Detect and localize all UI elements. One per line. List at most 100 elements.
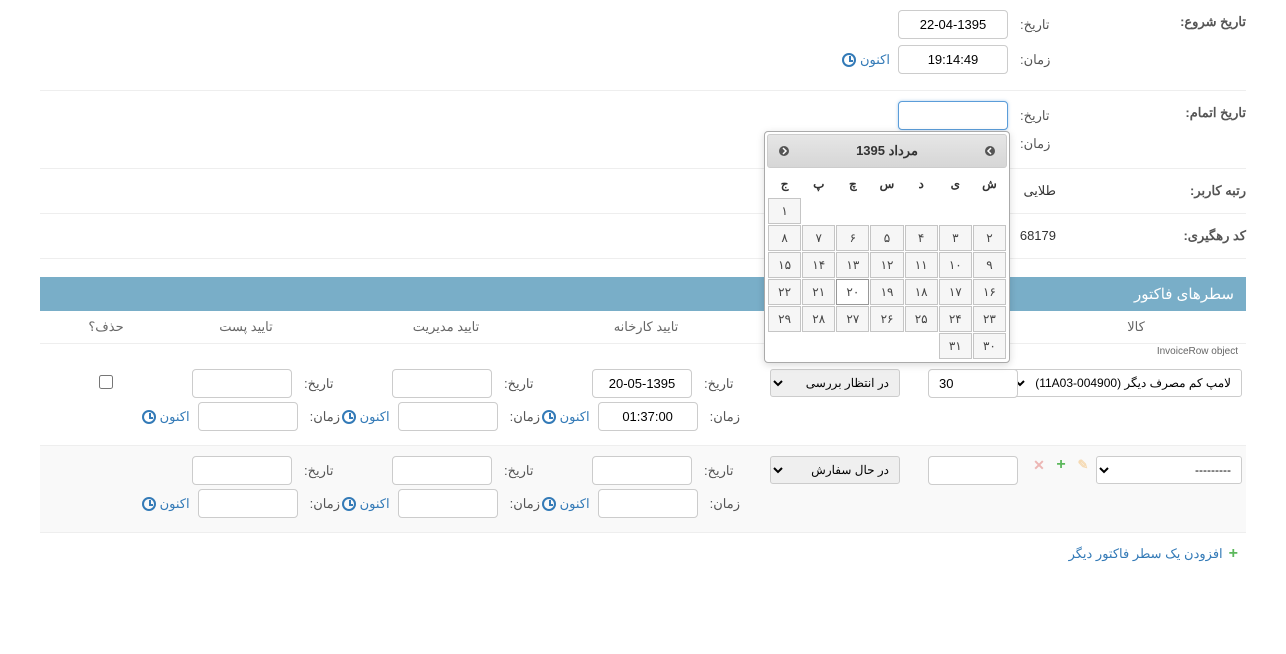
start-time-input[interactable] (898, 45, 1008, 74)
invoice-row: ---------✎+✕در حال سفارشتاریخ:زمان:اکنون… (40, 446, 1246, 533)
datepicker-day[interactable]: ۳۰ (973, 333, 1006, 359)
time-sublabel: زمان: (1016, 136, 1056, 152)
end-date-label: تاریخ اتمام: (1056, 95, 1246, 131)
x-icon[interactable]: ✕ (1030, 456, 1048, 474)
plus-icon: + (1229, 545, 1238, 563)
datepicker-day[interactable]: ۱۷ (939, 279, 972, 305)
weekday-header: پ (802, 171, 835, 197)
status-select[interactable]: در حال سفارش (770, 456, 900, 484)
time-sublabel: زمان: (506, 409, 540, 425)
datepicker-day[interactable]: ۴ (905, 225, 938, 251)
datepicker-day[interactable]: ۱۸ (905, 279, 938, 305)
time-sublabel: زمان: (1016, 52, 1056, 68)
management-date-input[interactable] (392, 369, 492, 398)
datepicker-day[interactable]: ۲۷ (836, 306, 869, 332)
datepicker-day[interactable]: ۱۳ (836, 252, 869, 278)
date-sublabel: تاریخ: (300, 376, 340, 392)
clock-icon (542, 497, 556, 511)
datepicker-day[interactable]: ۶ (836, 225, 869, 251)
post-date-input[interactable] (192, 456, 292, 485)
now-link[interactable]: اکنون (542, 409, 590, 425)
datepicker-day[interactable]: ۲۶ (870, 306, 903, 332)
datepicker-day[interactable]: ۱۲ (870, 252, 903, 278)
clock-icon (342, 497, 356, 511)
tracking-code-label: کد رهگیری: (1056, 218, 1246, 254)
datepicker-day[interactable]: ۱۶ (973, 279, 1006, 305)
datepicker-day[interactable]: ۲۲ (768, 279, 801, 305)
time-sublabel: زمان: (506, 496, 540, 512)
datepicker-day[interactable]: ۱۰ (939, 252, 972, 278)
col-karkhane: تایید کارخانه (546, 319, 746, 335)
quantity-input[interactable] (928, 456, 1018, 485)
post-date-input[interactable] (192, 369, 292, 398)
pencil-icon[interactable]: ✎ (1074, 456, 1092, 474)
datepicker-next[interactable] (980, 141, 1000, 161)
weekday-header: چ (836, 171, 869, 197)
datepicker-day[interactable]: ۲۵ (905, 306, 938, 332)
now-link[interactable]: اکنون (542, 496, 590, 512)
now-link[interactable]: اکنون (342, 409, 390, 425)
now-link[interactable]: اکنون (142, 496, 190, 512)
product-select[interactable]: لامپ کم مصرف دیگر (11A03-004900) (1012, 369, 1242, 397)
datepicker-day[interactable]: ۱ (768, 198, 801, 224)
now-link[interactable]: اکنون (342, 496, 390, 512)
date-sublabel: تاریخ: (700, 463, 740, 479)
date-sublabel: تاریخ: (500, 463, 540, 479)
factory-date-input[interactable] (592, 456, 692, 485)
date-sublabel: تاریخ: (1016, 17, 1056, 33)
datepicker-day[interactable]: ۲ (973, 225, 1006, 251)
invoice-rows-header: سطرهای فاکتور (40, 277, 1246, 311)
delete-checkbox[interactable] (99, 375, 113, 389)
weekday-header: ج (768, 171, 801, 197)
add-row-link[interactable]: + افزودن یک سطر فاکتور دیگر (40, 533, 1246, 575)
datepicker-day[interactable]: ۹ (973, 252, 1006, 278)
management-time-input[interactable] (398, 402, 498, 431)
start-date-input[interactable] (898, 10, 1008, 39)
time-sublabel: زمان: (306, 409, 340, 425)
product-select[interactable]: --------- (1096, 456, 1242, 484)
datepicker-day[interactable]: ۲۹ (768, 306, 801, 332)
datepicker-day[interactable]: ۲۸ (802, 306, 835, 332)
start-date-label: تاریخ شروع: (1056, 4, 1246, 40)
datepicker-prev[interactable] (774, 141, 794, 161)
management-date-input[interactable] (392, 456, 492, 485)
user-rank-label: رتبه کاربر: (1056, 173, 1246, 209)
post-time-input[interactable] (198, 402, 298, 431)
datepicker-day[interactable]: ۱۵ (768, 252, 801, 278)
clock-icon (342, 410, 356, 424)
end-date-input[interactable] (898, 101, 1008, 130)
datepicker-day[interactable]: ۱۱ (905, 252, 938, 278)
now-link[interactable]: اکنون (842, 52, 890, 68)
factory-time-input[interactable] (598, 489, 698, 518)
col-modiriat: تایید مدیریت (346, 319, 546, 335)
weekday-header: س (870, 171, 903, 197)
weekday-header: ی (939, 171, 972, 197)
plus-icon[interactable]: + (1052, 456, 1070, 474)
now-link[interactable]: اکنون (142, 409, 190, 425)
datepicker-day[interactable]: ۲۱ (802, 279, 835, 305)
clock-icon (842, 53, 856, 67)
datepicker-day[interactable]: ۳۱ (939, 333, 972, 359)
col-post: تایید پست (146, 319, 346, 335)
management-time-input[interactable] (398, 489, 498, 518)
post-time-input[interactable] (198, 489, 298, 518)
status-select[interactable]: در انتظار بررسی (770, 369, 900, 397)
datepicker-day[interactable]: ۷ (802, 225, 835, 251)
datepicker-day[interactable]: ۵ (870, 225, 903, 251)
datepicker-title: مرداد 1395 (856, 143, 918, 159)
quantity-input[interactable] (928, 369, 1018, 398)
datepicker-day[interactable]: ۱۴ (802, 252, 835, 278)
datepicker-day[interactable]: ۲۳ (973, 306, 1006, 332)
col-hazf: حذف؟ (66, 319, 146, 335)
time-sublabel: زمان: (306, 496, 340, 512)
datepicker-day[interactable]: ۲۰ (836, 279, 869, 305)
datepicker-day[interactable]: ۱۹ (870, 279, 903, 305)
clock-icon (542, 410, 556, 424)
datepicker-popup[interactable]: مرداد 1395 شیدسچپج ۱۲۳۴۵۶۷۸۹۱۰۱۱۱۲۱۳۱۴۱۵… (764, 131, 1010, 363)
datepicker-day[interactable]: ۸ (768, 225, 801, 251)
factory-date-input[interactable] (592, 369, 692, 398)
datepicker-day[interactable]: ۲۴ (939, 306, 972, 332)
factory-time-input[interactable] (598, 402, 698, 431)
weekday-header: ش (973, 171, 1006, 197)
datepicker-day[interactable]: ۳ (939, 225, 972, 251)
